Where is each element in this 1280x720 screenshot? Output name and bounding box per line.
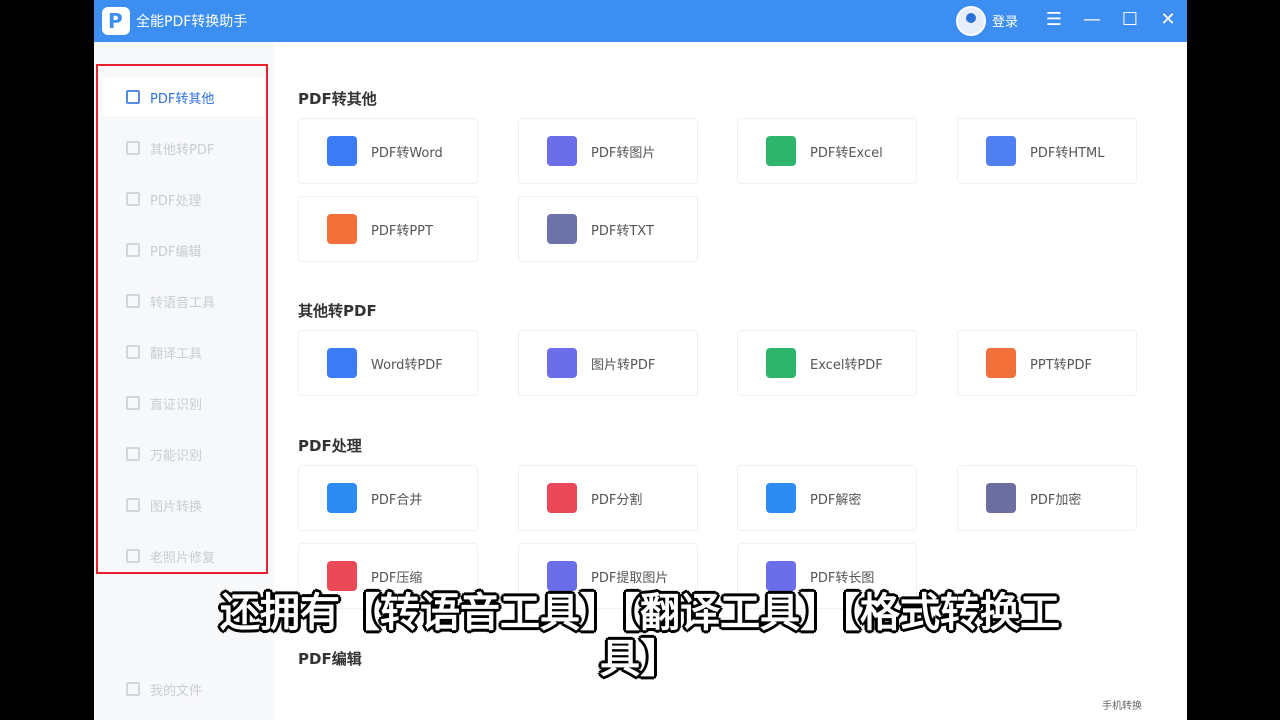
section-title: 其他转PDF — [298, 302, 377, 320]
tool-icon — [986, 136, 1016, 166]
tool-label: PDF分割 — [591, 492, 643, 508]
tool-icon — [986, 483, 1016, 513]
sidebar-item-label: 我的文件 — [150, 683, 203, 699]
avatar[interactable] — [956, 6, 986, 36]
sidebar-item-label: 老照片修复 — [150, 550, 216, 566]
sidebar-item-icon — [126, 192, 140, 206]
sidebar-item-icon — [126, 294, 140, 308]
tool-label: PDF转图片 — [591, 145, 656, 161]
sidebar-item-label: 万能识别 — [150, 448, 203, 464]
sidebar-item[interactable]: 直证识别 — [102, 384, 264, 422]
sidebar-item[interactable]: 转语音工具 — [102, 282, 264, 320]
tool-card[interactable]: PDF转TXT — [518, 196, 698, 262]
tool-label: PDF转TXT — [591, 223, 654, 239]
sidebar-item[interactable]: PDF编辑 — [102, 231, 264, 269]
tool-label: PPT转PDF — [1030, 357, 1092, 373]
tool-label: PDF提取图片 — [591, 570, 669, 586]
tool-label: PDF压缩 — [371, 570, 423, 586]
section-title: PDF转其他 — [298, 90, 377, 108]
sidebar-item[interactable]: 图片转换 — [102, 486, 264, 524]
tool-card[interactable]: PDF转PPT — [298, 196, 478, 262]
tool-card[interactable]: Word转PDF — [298, 330, 478, 396]
tool-icon — [547, 214, 577, 244]
login-button[interactable]: 登录 — [992, 11, 1018, 30]
section-title: PDF处理 — [298, 437, 362, 455]
tool-card[interactable]: PDF加密 — [957, 465, 1137, 531]
tool-icon — [547, 561, 577, 591]
sidebar-item-icon — [126, 90, 140, 104]
tool-icon — [327, 214, 357, 244]
tool-card[interactable]: PDF转Excel — [737, 118, 917, 184]
app-title: 全能PDF转换助手 — [136, 14, 248, 30]
folder-icon — [126, 682, 140, 696]
sidebar-item-label: 直证识别 — [150, 397, 203, 413]
tool-card[interactable]: PDF解密 — [737, 465, 917, 531]
close-icon[interactable]: ✕ — [1154, 6, 1182, 34]
maximize-icon[interactable]: ☐ — [1116, 6, 1144, 34]
sidebar-item[interactable]: 万能识别 — [102, 435, 264, 473]
sidebar-item[interactable]: PDF处理 — [102, 180, 264, 218]
tool-label: PDF转长图 — [810, 570, 875, 586]
tool-label: Excel转PDF — [810, 357, 883, 373]
tool-card[interactable]: 图片转PDF — [518, 330, 698, 396]
tool-label: PDF解密 — [810, 492, 862, 508]
sidebar-item-label: PDF编辑 — [150, 244, 202, 260]
tool-label: PDF转Excel — [810, 145, 883, 161]
video-subtitle: 还拥有【转语音工具】【翻译工具】【格式转换工 具】 — [0, 590, 1280, 682]
app-logo-icon: P — [102, 7, 130, 35]
sidebar-item-label: 翻译工具 — [150, 346, 203, 362]
sidebar-item-label: 转语音工具 — [150, 295, 216, 311]
sidebar-item[interactable]: 其他转PDF — [102, 129, 264, 167]
tool-icon — [547, 136, 577, 166]
sidebar-item-icon — [126, 396, 140, 410]
subtitle-line: 还拥有【转语音工具】【翻译工具】【格式转换工 — [220, 590, 1060, 636]
sidebar-item[interactable]: PDF转其他 — [102, 78, 264, 116]
tool-icon — [766, 348, 796, 378]
subtitle-line: 具】 — [600, 636, 680, 682]
sidebar-item-icon — [126, 243, 140, 257]
tool-icon — [766, 483, 796, 513]
tool-label: PDF合并 — [371, 492, 423, 508]
tool-icon — [766, 136, 796, 166]
tool-label: PDF转PPT — [371, 223, 433, 239]
tool-card[interactable]: PDF转HTML — [957, 118, 1137, 184]
tool-label: PDF加密 — [1030, 492, 1082, 508]
tool-icon — [327, 483, 357, 513]
tool-icon — [327, 136, 357, 166]
title-bar: P 全能PDF转换助手 登录 ☰ — ☐ ✕ — [94, 0, 1187, 42]
sidebar-item-label: 其他转PDF — [150, 142, 215, 158]
tool-card[interactable]: PPT转PDF — [957, 330, 1137, 396]
phone-convert-tag[interactable]: 手机转换 — [1102, 697, 1142, 712]
sidebar-item-label: PDF转其他 — [150, 91, 215, 107]
tool-label: PDF转Word — [371, 145, 443, 161]
tool-icon — [986, 348, 1016, 378]
tool-icon — [327, 348, 357, 378]
tool-card[interactable]: PDF合并 — [298, 465, 478, 531]
tool-icon — [327, 561, 357, 591]
tool-card[interactable]: PDF转Word — [298, 118, 478, 184]
sidebar-item-icon — [126, 549, 140, 563]
sidebar-item-label: 图片转换 — [150, 499, 203, 515]
minimize-icon[interactable]: — — [1078, 6, 1106, 34]
sidebar-item-icon — [126, 447, 140, 461]
tool-card[interactable]: PDF分割 — [518, 465, 698, 531]
tool-icon — [547, 348, 577, 378]
tool-card[interactable]: Excel转PDF — [737, 330, 917, 396]
sidebar-item[interactable]: 翻译工具 — [102, 333, 264, 371]
sidebar-item-icon — [126, 498, 140, 512]
logo-letter: P — [108, 9, 123, 33]
sidebar-item-icon — [126, 141, 140, 155]
tool-card[interactable]: PDF转图片 — [518, 118, 698, 184]
menu-icon[interactable]: ☰ — [1040, 6, 1068, 34]
sidebar-item[interactable]: 老照片修复 — [102, 537, 264, 575]
tool-label: Word转PDF — [371, 357, 443, 373]
sidebar-item-icon — [126, 345, 140, 359]
tool-label: PDF转HTML — [1030, 145, 1105, 161]
tool-icon — [547, 483, 577, 513]
sidebar-item-label: PDF处理 — [150, 193, 202, 209]
tool-icon — [766, 561, 796, 591]
tool-label: 图片转PDF — [591, 357, 656, 373]
